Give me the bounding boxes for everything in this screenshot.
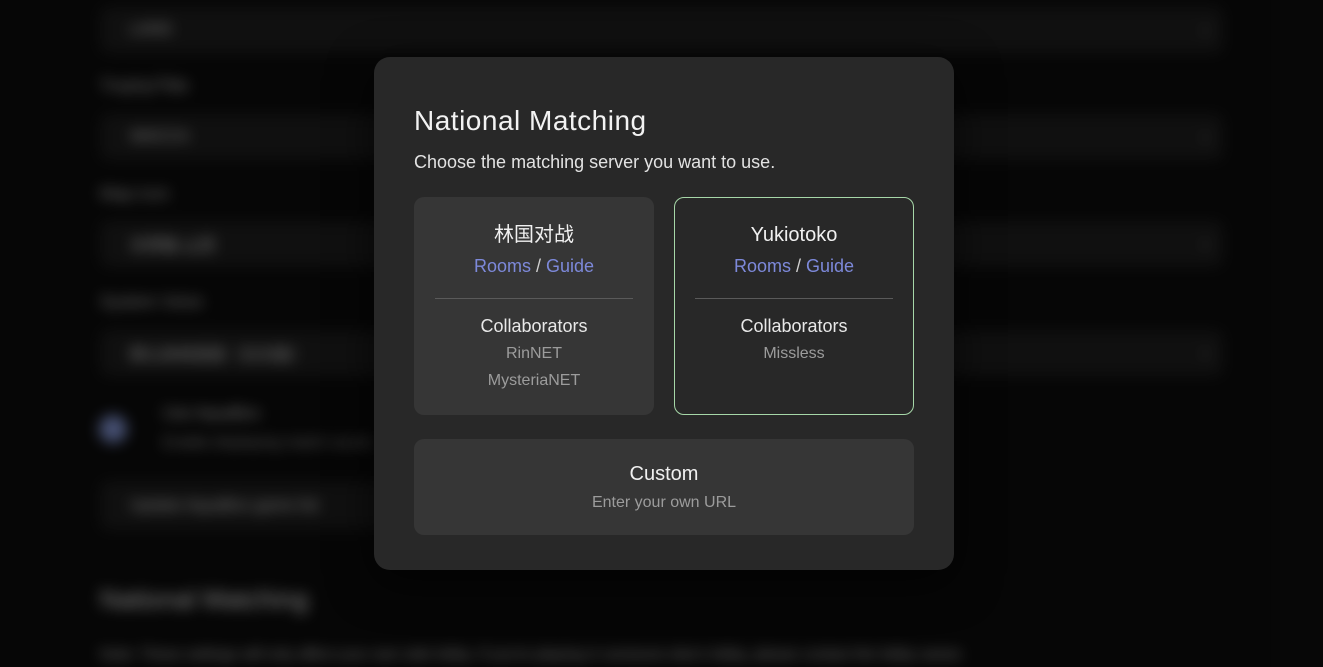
card-divider (435, 298, 633, 299)
server-card-yukiotoko-selected[interactable]: Yukiotoko Rooms / Guide Collaborators Mi… (674, 197, 914, 415)
server-links: Rooms / Guide (675, 252, 913, 280)
dialog-subtitle: Choose the matching server you want to u… (414, 150, 914, 174)
dialog-title: National Matching (414, 102, 914, 140)
collaborator-name: MysteriaNET (415, 369, 653, 393)
national-matching-dialog: National Matching Choose the matching se… (374, 57, 954, 570)
server-card-list: 林国对战 Rooms / Guide Collaborators RinNET … (414, 197, 914, 415)
server-links: Rooms / Guide (415, 252, 653, 280)
collaborator-name: RinNET (415, 342, 653, 366)
custom-server-card[interactable]: Custom Enter your own URL (414, 439, 914, 535)
guide-link[interactable]: Guide (806, 256, 854, 276)
server-name: 林国对战 (415, 220, 653, 250)
custom-card-subtitle: Enter your own URL (592, 492, 736, 514)
server-name: Yukiotoko (675, 220, 913, 250)
collaborators-heading: Collaborators (675, 313, 913, 339)
page: LANS › Trophy/Title WACCA › Map icon 天界路… (0, 0, 1323, 667)
link-separator: / (791, 256, 806, 276)
collaborator-name: Missless (675, 342, 913, 366)
card-divider (695, 298, 893, 299)
rooms-link[interactable]: Rooms (474, 256, 531, 276)
server-card-linguo[interactable]: 林国对战 Rooms / Guide Collaborators RinNET … (414, 197, 654, 415)
guide-link[interactable]: Guide (546, 256, 594, 276)
link-separator: / (531, 256, 546, 276)
rooms-link[interactable]: Rooms (734, 256, 791, 276)
custom-card-title: Custom (630, 460, 699, 488)
collaborators-heading: Collaborators (415, 313, 653, 339)
